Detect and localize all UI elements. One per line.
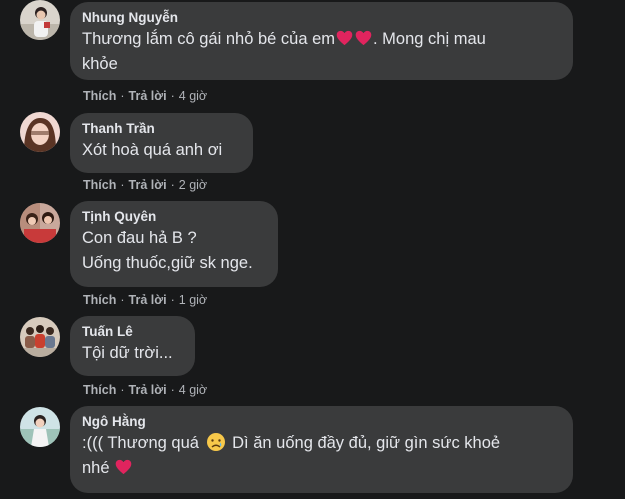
comment-text-segment: . Mong chị mau xyxy=(373,30,486,48)
reply-button[interactable]: Trả lời xyxy=(129,89,167,103)
separator-dot: · xyxy=(170,89,175,103)
separator-dot: · xyxy=(170,178,175,192)
comment-feed: Nhung Nguyễn Thương lắm cô gái nhỏ bé củ… xyxy=(0,0,625,499)
comment-bubble: Tịnh Quyên Con đau hả B ? Uống thuốc,giữ… xyxy=(70,201,278,287)
red-heart-icon xyxy=(355,29,372,46)
avatar[interactable] xyxy=(20,407,60,447)
comment-bubble: Ngô Hằng :((( Thương quá Dì ăn uống đầy … xyxy=(70,406,573,493)
red-heart-icon xyxy=(336,29,353,46)
comment-author[interactable]: Tịnh Quyên xyxy=(82,208,266,226)
reply-button[interactable]: Trả lời xyxy=(129,293,167,307)
comment-text: Thương lắm cô gái nhỏ bé của em . Mong ch… xyxy=(82,27,561,52)
like-button[interactable]: Thích xyxy=(83,293,116,307)
comment-actions: Thích · Trả lời · 1 giờ xyxy=(83,292,207,308)
like-button[interactable]: Thích xyxy=(83,178,116,192)
comment-text-segment: Dì ăn uống đầy đủ, giữ gìn sức khoẻ xyxy=(232,434,501,452)
comment-text-line: Uống thuốc,giữ sk nge. xyxy=(82,254,253,272)
avatar[interactable] xyxy=(20,112,60,152)
separator-dot: · xyxy=(170,383,175,397)
comment-author[interactable]: Thanh Trần xyxy=(82,120,241,138)
avatar[interactable] xyxy=(20,203,60,243)
sad-crying-face-icon xyxy=(206,432,226,452)
comment-author[interactable]: Nhung Nguyễn xyxy=(82,9,561,27)
separator-dot: · xyxy=(120,293,125,307)
comment-bubble: Tuấn Lê Tội dữ trời... xyxy=(70,316,195,376)
reply-button[interactable]: Trả lời xyxy=(129,178,167,192)
comment-actions: Thích · Trả lời · 4 giờ xyxy=(83,382,207,398)
comment-text-segment: Thương lắm cô gái nhỏ bé của em xyxy=(82,30,336,48)
comment-timestamp[interactable]: 4 giờ xyxy=(179,89,207,103)
comment-author[interactable]: Ngô Hằng xyxy=(82,413,561,431)
avatar[interactable] xyxy=(20,317,60,357)
separator-dot: · xyxy=(120,89,125,103)
comment-actions: Thích · Trả lời · 2 giờ xyxy=(83,177,207,193)
separator-dot: · xyxy=(120,178,125,192)
comment-bubble: Thanh Trần Xót hoà quá anh ơi xyxy=(70,113,253,173)
comment-text: Tội dữ trời... xyxy=(82,344,173,362)
comment-text: :((( Thương quá Dì ăn uống đầy đủ, giữ g… xyxy=(82,431,561,456)
separator-dot: · xyxy=(120,383,125,397)
comment-bubble: Nhung Nguyễn Thương lắm cô gái nhỏ bé củ… xyxy=(70,2,573,80)
comment-author[interactable]: Tuấn Lê xyxy=(82,323,183,341)
comment-text: nhé xyxy=(82,456,561,481)
comment-timestamp[interactable]: 1 giờ xyxy=(179,293,207,307)
red-heart-icon xyxy=(115,458,132,475)
like-button[interactable]: Thích xyxy=(83,89,116,103)
comment-text-segment: nhé xyxy=(82,459,110,477)
separator-dot: · xyxy=(170,293,175,307)
comment-timestamp[interactable]: 2 giờ xyxy=(179,178,207,192)
comment-text-line: khỏe xyxy=(82,55,118,73)
reply-button[interactable]: Trả lời xyxy=(129,383,167,397)
comment-text-line: Con đau hả B ? xyxy=(82,229,197,247)
comment-timestamp[interactable]: 4 giờ xyxy=(179,383,207,397)
avatar[interactable] xyxy=(20,0,60,40)
comment-actions: Thích · Trả lời · 4 giờ xyxy=(83,88,207,104)
comment-text-segment: :((( Thương quá xyxy=(82,434,199,452)
like-button[interactable]: Thích xyxy=(83,383,116,397)
comment-text: Xót hoà quá anh ơi xyxy=(82,141,223,159)
